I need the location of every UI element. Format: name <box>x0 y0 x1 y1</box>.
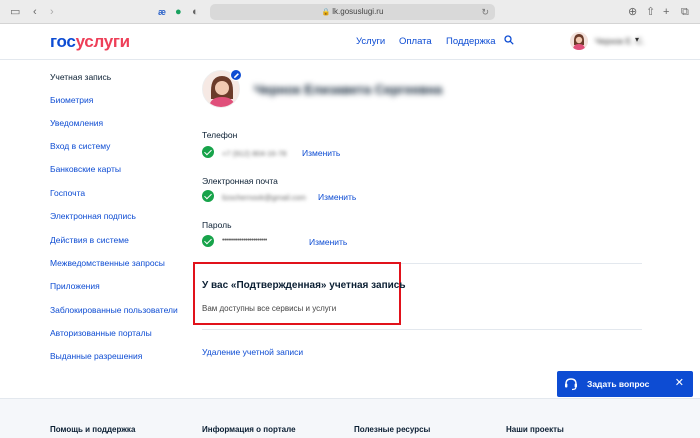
translate-icon[interactable]: æ <box>158 5 166 19</box>
close-icon[interactable]: ✕ <box>675 377 684 389</box>
sidebar-item-login[interactable]: Вход в систему <box>50 141 110 151</box>
sidebar-item-authorized-portals[interactable]: Авторизованные порталы <box>50 328 152 338</box>
sidebar-item-actions[interactable]: Действия в системе <box>50 235 129 245</box>
phone-value: +7 (912) 804-16-78 <box>222 149 287 158</box>
email-label: Электронная почта <box>202 176 278 186</box>
sidebar-item-apps[interactable]: Приложения <box>50 281 100 291</box>
sidebar-item-biometrics[interactable]: Биометрия <box>50 95 93 105</box>
sidebar-icon[interactable]: ▭ <box>10 5 20 19</box>
delete-account-link[interactable]: Удаление учетной записи <box>202 347 303 357</box>
gosuslugi-logo[interactable]: госуслуги <box>50 32 130 52</box>
footer-heading-help[interactable]: Помощь и поддержка <box>50 425 135 434</box>
download-icon[interactable]: ⊕ <box>628 5 637 19</box>
sidebar-item-gospochta[interactable]: Госпочта <box>50 188 85 198</box>
footer-heading-projects[interactable]: Наши проекты <box>506 425 564 434</box>
password-value: ••••••••••••••••••••••• <box>222 237 267 244</box>
full-name: Чернок Елизавета Сергеевна <box>254 82 443 97</box>
sidebar-item-permissions[interactable]: Выданные разрешения <box>50 351 142 361</box>
site-header: госуслуги Услуги Оплата Поддержка Чернок… <box>0 24 700 60</box>
support-agent-icon <box>565 378 577 391</box>
sidebar-item-notifications[interactable]: Уведомления <box>50 118 103 128</box>
add-tab-icon[interactable]: + <box>663 5 669 19</box>
forward-icon[interactable]: › <box>50 5 54 19</box>
sidebar-item-account[interactable]: Учетная запись <box>50 72 111 82</box>
sidebar-item-blocked-users[interactable]: Заблокированные пользователи <box>50 305 178 315</box>
highlight-frame <box>193 262 401 325</box>
back-icon[interactable]: ‹ <box>33 5 37 19</box>
browser-toolbar: ▭ ‹ › æ ● ◐ 🔒 lk.gosuslugi.ru ↻ ⊕ ⇧ + ⧉ <box>0 0 700 24</box>
sidebar-item-e-signature[interactable]: Электронная подпись <box>50 211 136 221</box>
phone-label: Телефон <box>202 130 238 140</box>
sidebar-item-bank-cards[interactable]: Банковские карты <box>50 164 121 174</box>
divider <box>202 329 642 330</box>
change-password-link[interactable]: Изменить <box>309 237 347 247</box>
address-bar[interactable]: 🔒 lk.gosuslugi.ru ↻ <box>210 4 495 20</box>
ask-question-label: Задать вопрос <box>587 379 650 389</box>
footer-heading-resources[interactable]: Полезные ресурсы <box>354 425 430 434</box>
pencil-icon <box>233 72 239 78</box>
nav-payment[interactable]: Оплата <box>399 36 432 47</box>
evernote-icon[interactable]: ● <box>175 5 182 19</box>
change-phone-link[interactable]: Изменить <box>302 148 340 158</box>
chevron-down-icon[interactable]: ▾ <box>635 35 639 44</box>
account-status-description: Вам доступны все сервисы и услуги <box>202 304 337 313</box>
footer-heading-portal-info[interactable]: Информация о портале <box>202 425 296 434</box>
nav-services[interactable]: Услуги <box>356 36 385 47</box>
lock-icon: 🔒 <box>321 9 331 16</box>
url-text: lk.gosuslugi.ru <box>332 7 384 16</box>
password-label: Пароль <box>202 220 232 230</box>
edit-profile-button[interactable] <box>230 69 242 81</box>
sidebar-item-interagency-requests[interactable]: Межведомственные запросы <box>50 258 165 268</box>
verified-check-icon <box>202 190 214 202</box>
verified-check-icon <box>202 146 214 158</box>
change-email-link[interactable]: Изменить <box>318 192 356 202</box>
avatar[interactable] <box>570 32 588 50</box>
ask-question-widget[interactable]: Задать вопрос ✕ <box>557 371 693 397</box>
reload-icon[interactable]: ↻ <box>481 4 489 20</box>
shield-icon[interactable]: ◐ <box>192 5 199 19</box>
account-status-title: У вас «Подтвержденная» учетная запись <box>202 280 406 291</box>
email-value: lizochernook@gmail.com <box>222 193 306 202</box>
tabs-icon[interactable]: ⧉ <box>681 5 689 19</box>
nav-support[interactable]: Поддержка <box>446 36 496 47</box>
share-icon[interactable]: ⇧ <box>646 5 655 19</box>
verified-check-icon <box>202 235 214 247</box>
site-footer: Помощь и поддержка Информация о портале … <box>0 398 700 438</box>
search-icon[interactable] <box>504 35 514 45</box>
